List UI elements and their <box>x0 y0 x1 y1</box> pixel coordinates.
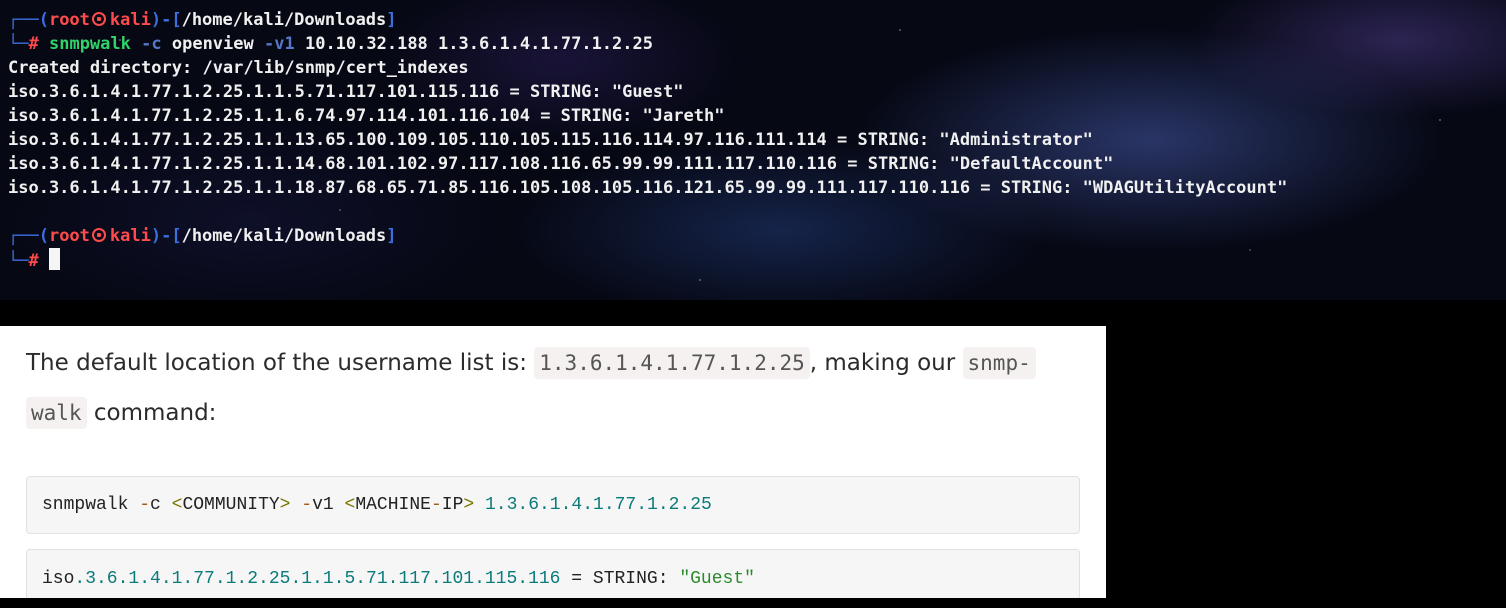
output-line: iso.3.6.1.4.1.77.1.2.25.1.1.13.65.100.10… <box>8 130 1093 150</box>
output-line: iso.3.6.1.4.1.77.1.2.25.1.1.18.87.68.65.… <box>8 178 1288 198</box>
article-paragraph: The default location of the username lis… <box>26 338 1086 438</box>
skull-icon <box>91 228 106 242</box>
inline-code-snmpwalk: snmp- <box>962 347 1036 379</box>
skull-icon <box>91 12 106 26</box>
prompt-host: kali <box>109 10 151 30</box>
inline-code-snmpwalk-cont: walk <box>26 397 87 429</box>
prompt-line-2: ┌──(root kali)-[/home/kali/Downloads] <box>8 226 397 246</box>
terminal-window[interactable]: ┌──(root kali)-[/home/kali/Downloads] └─#… <box>0 0 1506 300</box>
command-name: snmpwalk <box>48 34 131 54</box>
code-block-output[interactable]: iso.3.6.1.4.1.77.1.2.25.1.1.5.71.117.101… <box>26 549 1080 598</box>
code-block-command[interactable]: snmpwalk -c <COMMUNITY> -v1 <MACHINE-IP>… <box>26 476 1080 534</box>
text-cursor <box>48 248 60 270</box>
prompt-user: root <box>48 10 90 30</box>
article-content: The default location of the username lis… <box>0 326 1106 598</box>
output-line: iso.3.6.1.4.1.77.1.2.25.1.1.6.74.97.114.… <box>8 106 725 126</box>
output-line: iso.3.6.1.4.1.77.1.2.25.1.1.5.71.117.101… <box>8 82 684 102</box>
command-line: └─# snmpwalk -c openview -v1 10.10.32.18… <box>8 34 653 54</box>
prompt-line-1: ┌──(root kali)-[/home/kali/Downloads] <box>8 10 397 30</box>
output-line: Created directory: /var/lib/snmp/cert_in… <box>8 58 469 78</box>
input-line[interactable]: └─# <box>8 248 60 272</box>
bottom-border <box>0 598 1506 608</box>
inline-code-oid: 1.3.6.1.4.1.77.1.2.25 <box>534 347 810 379</box>
output-line: iso.3.6.1.4.1.77.1.2.25.1.1.14.68.101.10… <box>8 154 1114 174</box>
prompt-path: /home/kali/Downloads <box>181 10 387 30</box>
